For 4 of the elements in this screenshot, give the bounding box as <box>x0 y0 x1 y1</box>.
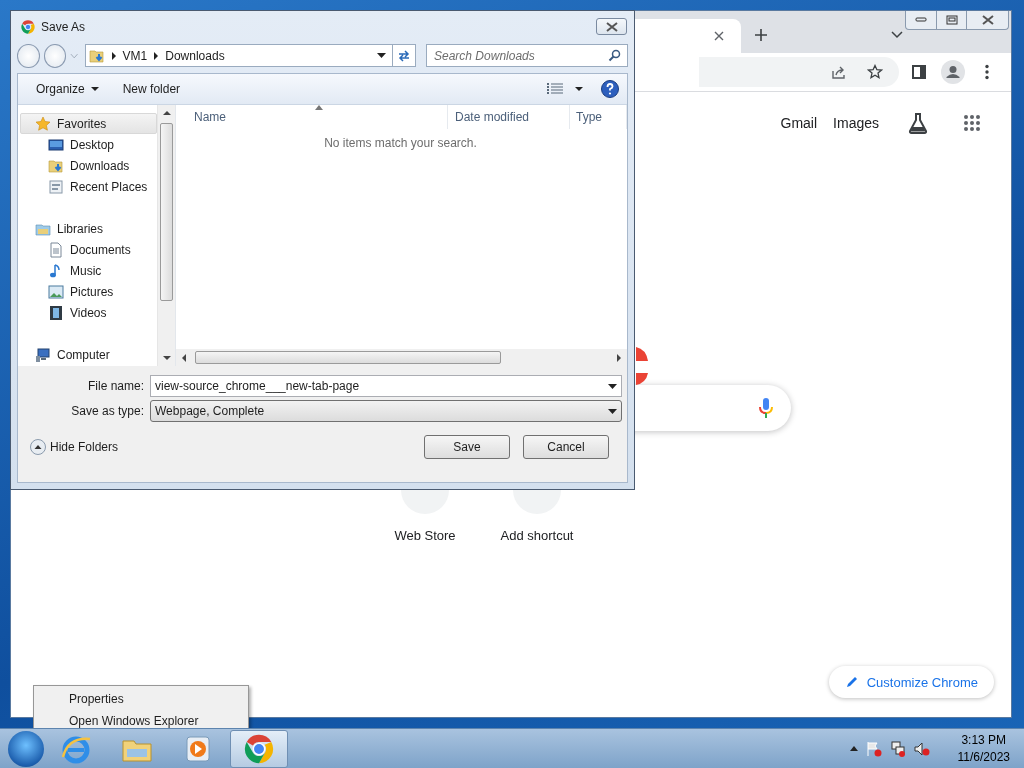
field-label: Save as type: <box>70 404 145 418</box>
field-label: File name: <box>86 379 145 393</box>
dialog-title: Save As <box>41 19 86 34</box>
empty-message: No items match your search. <box>323 136 478 150</box>
